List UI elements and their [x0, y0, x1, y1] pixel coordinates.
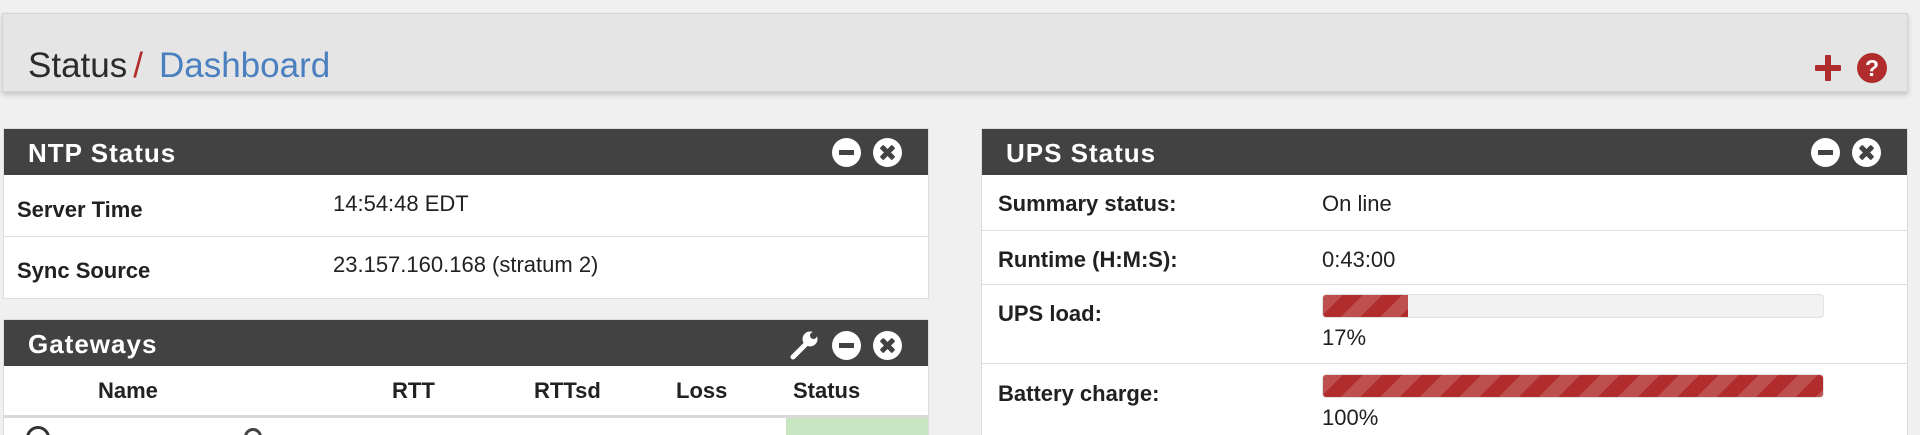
status-badge [786, 418, 928, 435]
table-row [4, 418, 928, 435]
col-name[interactable]: Name [98, 378, 158, 404]
ups-row-battery: Battery charge: 100% [982, 364, 1907, 435]
sync-source-label: Sync Source [17, 258, 151, 283]
runtime-label: Runtime (H:M:S): [998, 247, 1178, 272]
gateway-info-icon[interactable] [244, 428, 262, 435]
close-icon[interactable] [873, 330, 902, 360]
minimize-icon[interactable] [832, 138, 861, 167]
gateways-panel: Gateways Name RTT RTTsd Loss Status [3, 319, 929, 435]
summary-status-value: On line [1322, 191, 1392, 216]
col-rttsd[interactable]: RTTsd [534, 378, 601, 404]
ntp-panel-header: NTP Status [4, 129, 928, 175]
close-icon[interactable] [873, 138, 902, 167]
wrench-icon[interactable] [788, 329, 820, 361]
server-time-value: 14:54:48 EDT [333, 191, 469, 216]
runtime-value: 0:43:00 [1322, 247, 1396, 272]
gateways-table-header: Name RTT RTTsd Loss Status [4, 366, 928, 418]
server-time-label: Server Time [17, 197, 143, 222]
col-status[interactable]: Status [793, 378, 860, 404]
battery-charge-bar [1322, 374, 1824, 398]
ups-row-summary: Summary status: On line [982, 175, 1907, 231]
minimize-icon[interactable] [1811, 138, 1840, 167]
question-circle-icon[interactable]: ? [1857, 53, 1887, 83]
page-header: Status / Dashboard ? [2, 13, 1908, 92]
breadcrumb-status[interactable]: Status [28, 46, 127, 85]
ups-load-label: UPS load: [998, 301, 1102, 326]
ups-panel-title: UPS Status [1006, 138, 1157, 168]
minimize-icon[interactable] [832, 330, 861, 360]
col-rtt[interactable]: RTT [392, 378, 435, 404]
battery-charge-label: Battery charge: [998, 381, 1160, 406]
battery-charge-percent: 100% [1322, 405, 1379, 430]
breadcrumb-dashboard[interactable]: Dashboard [159, 46, 330, 85]
ups-load-bar [1322, 294, 1824, 318]
ntp-status-panel: NTP Status Server Time 14:54:48 EDT Sync… [3, 128, 929, 299]
sync-source-value: 23.157.160.168 (stratum 2) [333, 252, 599, 277]
ups-status-panel: UPS Status Summary status: On line Runti… [981, 128, 1908, 435]
breadcrumb-separator: / [133, 46, 143, 85]
gateways-panel-title: Gateways [28, 329, 158, 359]
ntp-row-sync-source: Sync Source 23.157.160.168 (stratum 2) [4, 237, 928, 297]
ups-load-bar-fill [1323, 295, 1408, 317]
ups-row-runtime: Runtime (H:M:S): 0:43:00 [982, 231, 1907, 285]
gateway-status-icon [26, 426, 50, 435]
plus-icon[interactable] [1815, 55, 1841, 81]
ups-panel-header: UPS Status [982, 129, 1907, 175]
battery-charge-bar-fill [1323, 375, 1823, 397]
col-loss[interactable]: Loss [676, 378, 727, 404]
ups-row-load: UPS load: 17% [982, 285, 1907, 364]
summary-status-label: Summary status: [998, 191, 1177, 216]
ups-load-percent: 17% [1322, 325, 1367, 350]
gateways-panel-header: Gateways [4, 320, 928, 366]
ntp-row-server-time: Server Time 14:54:48 EDT [4, 175, 928, 237]
ntp-panel-title: NTP Status [28, 138, 177, 168]
close-icon[interactable] [1852, 138, 1881, 167]
breadcrumb: Status / Dashboard [28, 46, 330, 86]
